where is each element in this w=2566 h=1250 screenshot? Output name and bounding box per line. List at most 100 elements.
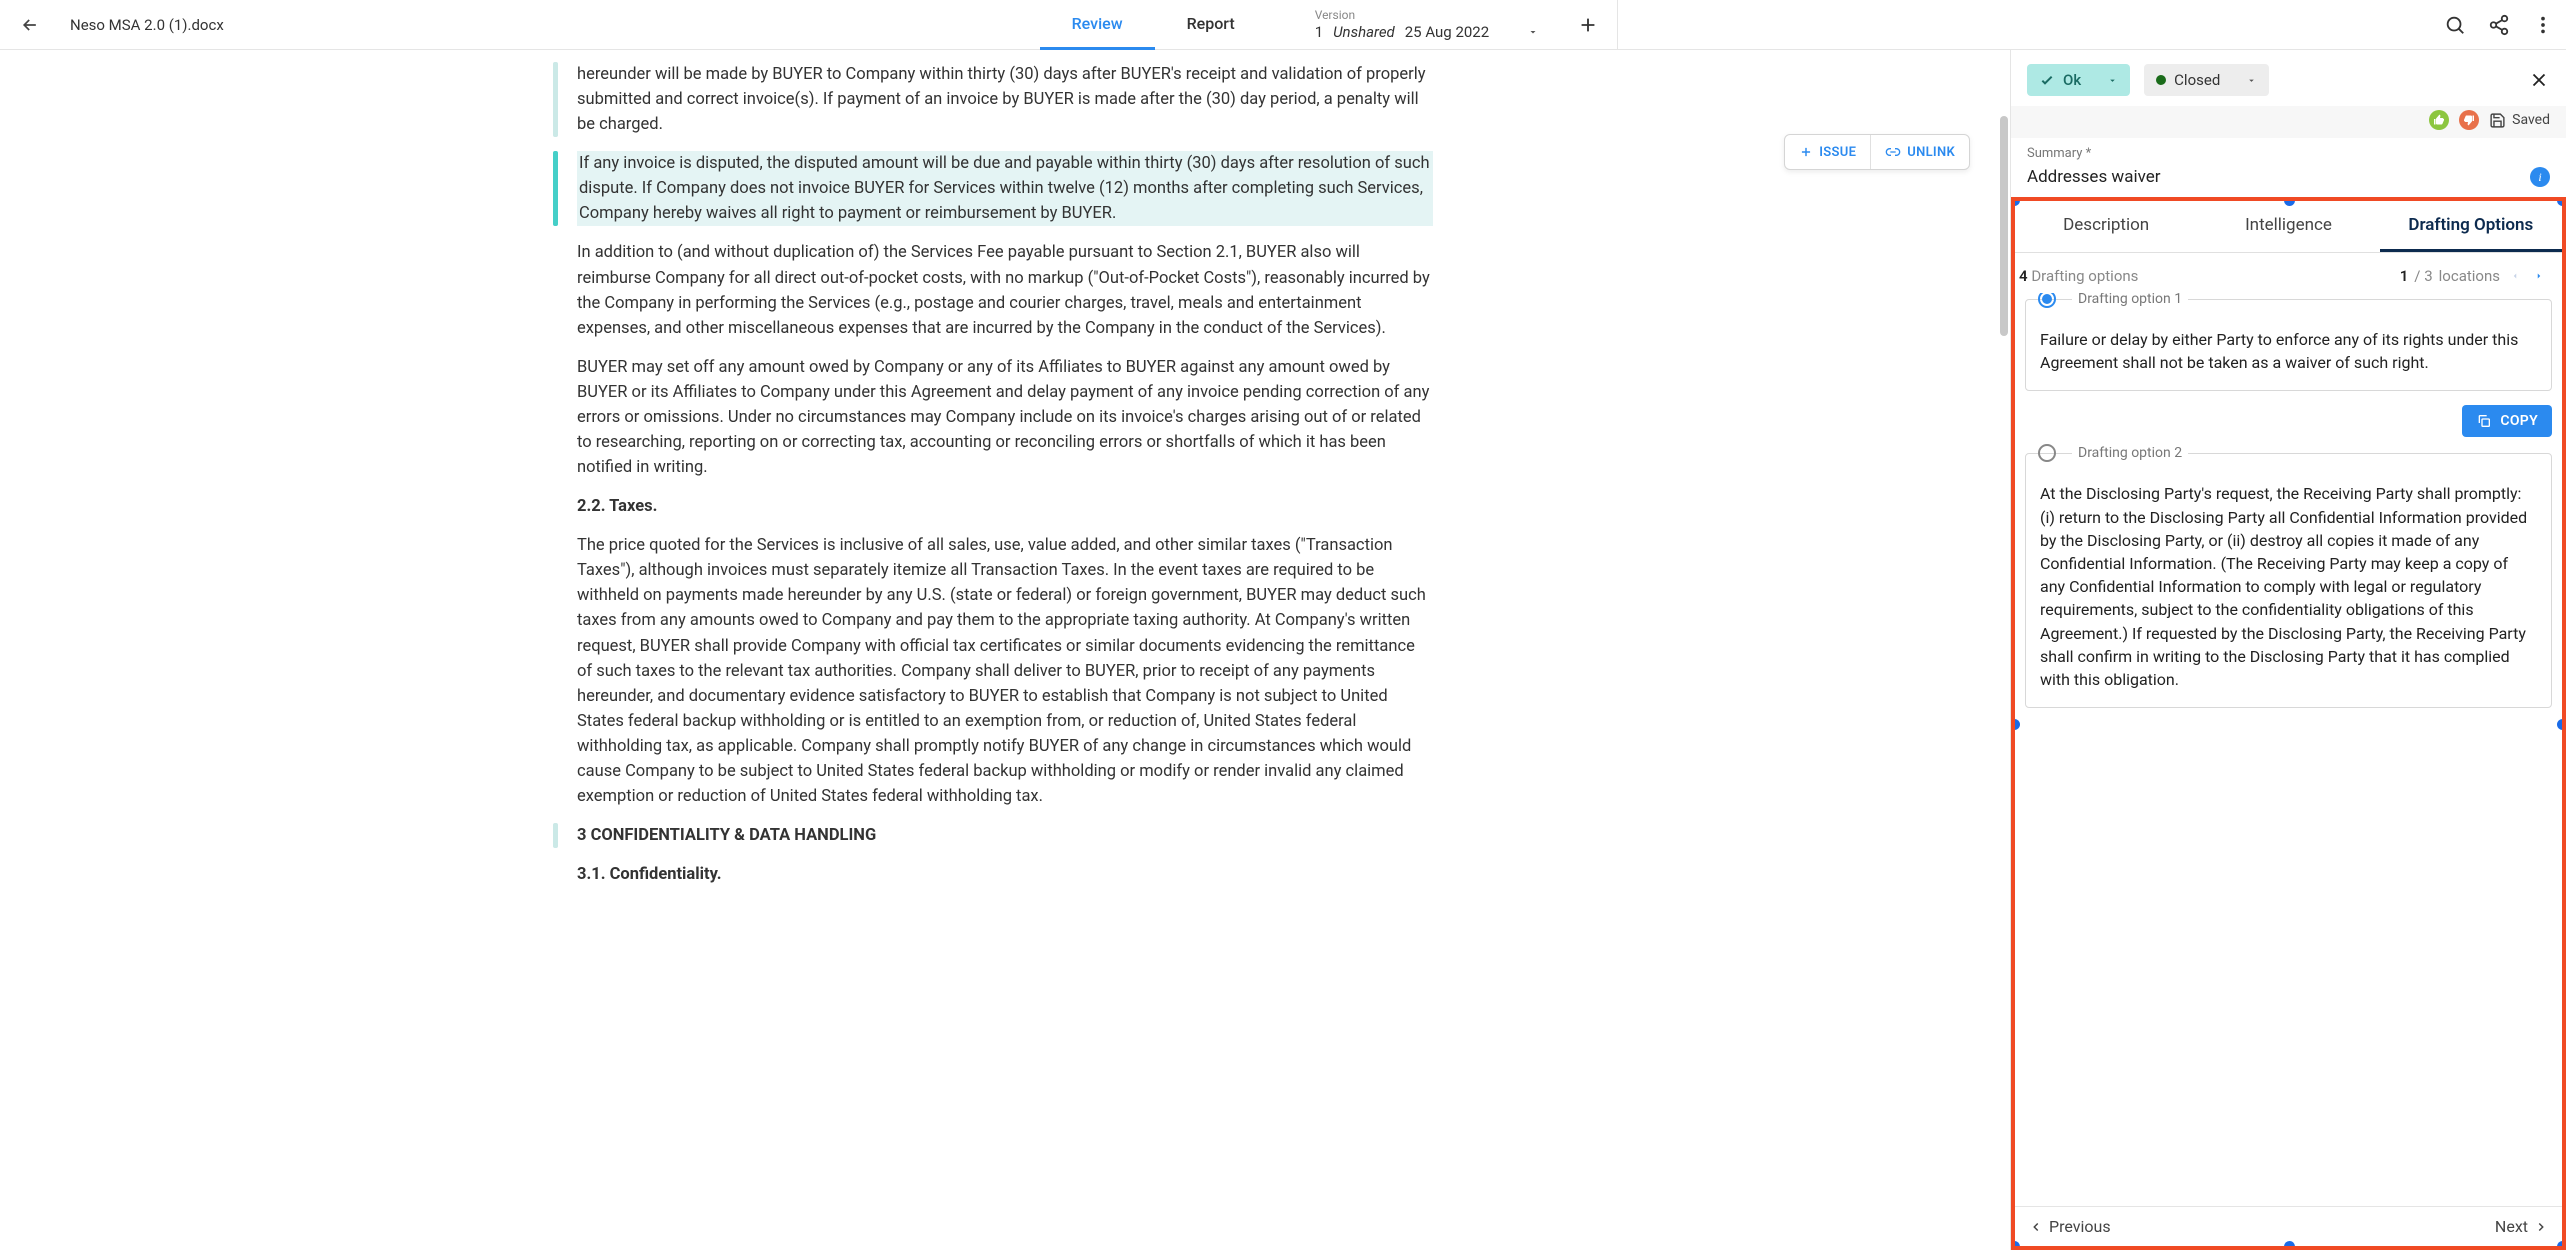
check-icon — [2039, 72, 2055, 88]
drafting-option-card: Drafting option 1 Failure or delay by ei… — [2025, 299, 2552, 391]
share-button[interactable] — [2488, 14, 2510, 36]
document-content: hereunder will be made by BUYER to Compa… — [535, 50, 1475, 921]
share-icon — [2488, 14, 2510, 36]
tab-drafting-options[interactable]: Drafting Options — [2380, 201, 2562, 252]
drafting-option-card: Drafting option 2 At the Disclosing Part… — [2025, 453, 2552, 708]
side-panel: Ok Closed — [2010, 50, 2566, 1250]
options-count: 4 — [2019, 267, 2028, 285]
plus-icon — [1799, 145, 1813, 159]
more-vertical-icon — [2532, 14, 2554, 36]
section-heading: 2.2. Taxes. — [577, 494, 1433, 519]
version-selector[interactable]: Version 1 Unshared 25 Aug 2022 — [1315, 8, 1539, 40]
paragraph: In addition to (and without duplication … — [577, 240, 1433, 340]
issue-label: ISSUE — [1819, 145, 1856, 160]
unlink-icon — [1885, 144, 1901, 160]
issue-button[interactable]: ISSUE — [1785, 135, 1870, 169]
caret-down-icon — [2107, 75, 2118, 86]
caret-down-icon — [2246, 75, 2257, 86]
scrollbar-thumb[interactable] — [2000, 116, 2008, 336]
previous-button[interactable]: Previous — [2029, 1217, 2111, 1236]
chevron-right-icon — [2534, 270, 2544, 282]
arrow-left-icon — [20, 15, 40, 35]
selection-toolbar: ISSUE UNLINK — [1784, 134, 1970, 170]
summary-text[interactable]: Addresses waiver — [2027, 167, 2161, 187]
drafting-tabs: Description Intelligence Drafting Option… — [2015, 201, 2562, 253]
saved-label: Saved — [2512, 112, 2550, 128]
paragraph: hereunder will be made by BUYER to Compa… — [577, 62, 1433, 137]
close-panel-button[interactable] — [2528, 69, 2550, 91]
more-button[interactable] — [2532, 14, 2554, 36]
main-tabs: Review Report — [1040, 0, 1267, 50]
option-radio[interactable] — [2038, 444, 2056, 462]
search-icon — [2444, 14, 2466, 36]
add-version-button[interactable] — [1577, 14, 1599, 36]
resize-handle[interactable] — [2557, 1241, 2566, 1250]
drafting-options-list[interactable]: Drafting option 1 Failure or delay by ei… — [2015, 293, 2562, 1206]
copy-button[interactable]: COPY — [2462, 405, 2552, 437]
resize-handle[interactable] — [2557, 197, 2566, 206]
tab-intelligence[interactable]: Intelligence — [2197, 201, 2379, 252]
location-next-button[interactable] — [2530, 270, 2548, 282]
next-label: Next — [2495, 1217, 2528, 1236]
paragraph-highlighted[interactable]: If any invoice is disputed, the disputed… — [577, 151, 1433, 226]
option-body: At the Disclosing Party's request, the R… — [2026, 482, 2551, 707]
section-heading: 3 CONFIDENTIALITY & DATA HANDLING — [577, 823, 1433, 848]
status-closed-label: Closed — [2174, 71, 2220, 89]
locations-label: locations — [2439, 267, 2500, 285]
resize-handle[interactable] — [2011, 1241, 2020, 1250]
back-button[interactable] — [12, 7, 48, 43]
location-total: / 3 — [2414, 267, 2432, 285]
paragraph: The price quoted for the Services is inc… — [577, 533, 1433, 809]
paragraph: BUYER may set off any amount owed by Com… — [577, 355, 1433, 480]
plus-icon — [1577, 14, 1599, 36]
location-prev-button[interactable] — [2506, 270, 2524, 282]
summary-field-label: Summary * — [2027, 146, 2550, 161]
version-date: 25 Aug 2022 — [1405, 23, 1489, 41]
option-body: Failure or delay by either Party to enfo… — [2026, 328, 2551, 390]
side-panel-meta: Saved — [2011, 106, 2566, 138]
status-closed-dropdown[interactable]: Closed — [2144, 64, 2269, 96]
search-button[interactable] — [2444, 14, 2466, 36]
info-button[interactable]: i — [2530, 167, 2550, 187]
thumbs-down-button[interactable] — [2459, 110, 2479, 130]
close-icon — [2528, 69, 2550, 91]
tab-review[interactable]: Review — [1040, 0, 1155, 50]
status-ok-label: Ok — [2063, 71, 2081, 89]
drafting-subheader: 4 Drafting options 1 / 3 locations — [2015, 253, 2562, 293]
status-ok-dropdown[interactable]: Ok — [2027, 64, 2130, 96]
tab-description[interactable]: Description — [2015, 201, 2197, 252]
version-number: 1 — [1315, 23, 1323, 41]
unlink-button[interactable]: UNLINK — [1870, 135, 1969, 169]
version-label: Version — [1315, 8, 1539, 22]
thumbs-up-button[interactable] — [2429, 110, 2449, 130]
summary-section: Summary * Addresses waiver i — [2011, 138, 2566, 197]
thumbs-down-icon — [2463, 114, 2475, 126]
caret-down-icon — [1527, 26, 1539, 38]
unlink-label: UNLINK — [1907, 145, 1955, 160]
previous-label: Previous — [2049, 1217, 2111, 1236]
resize-handle[interactable] — [2011, 719, 2020, 730]
document-pane[interactable]: ISSUE UNLINK hereunder will be made by B… — [0, 50, 2010, 1250]
resize-handle[interactable] — [2557, 719, 2566, 730]
resize-handle[interactable] — [2284, 197, 2295, 206]
location-current: 1 — [2400, 267, 2409, 285]
next-button[interactable]: Next — [2495, 1217, 2548, 1236]
copy-label: COPY — [2500, 413, 2538, 429]
chevron-left-icon — [2029, 1220, 2043, 1234]
saved-indicator: Saved — [2489, 112, 2550, 129]
tab-report[interactable]: Report — [1155, 0, 1267, 50]
chevron-left-icon — [2510, 270, 2520, 282]
option-label: Drafting option 1 — [2072, 293, 2188, 307]
option-radio[interactable] — [2038, 293, 2056, 308]
resize-handle[interactable] — [2284, 1241, 2295, 1250]
document-title: Neso MSA 2.0 (1).docx — [70, 16, 224, 34]
thumbs-up-icon — [2433, 114, 2445, 126]
option-label: Drafting option 2 — [2072, 445, 2188, 461]
highlighted-region: Description Intelligence Drafting Option… — [2011, 197, 2566, 1250]
save-icon — [2489, 112, 2506, 129]
drafting-footer: Previous Next — [2015, 1206, 2562, 1246]
topbar-actions — [2444, 14, 2554, 36]
side-panel-header: Ok Closed — [2011, 50, 2566, 106]
options-label: Drafting options — [2031, 267, 2138, 285]
section-heading: 3.1. Confidentiality. — [577, 862, 1433, 887]
